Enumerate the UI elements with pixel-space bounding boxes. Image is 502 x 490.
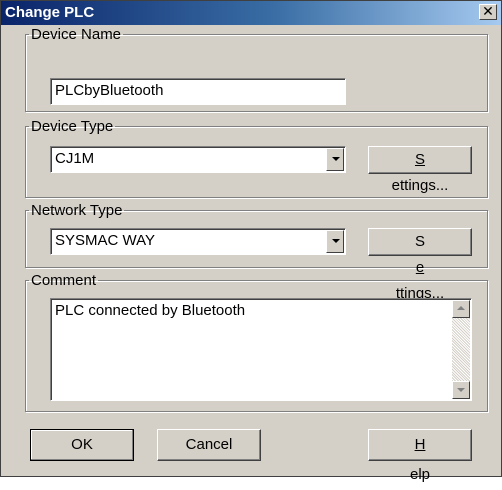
comment-textarea[interactable]: PLC connected by Bluetooth	[50, 298, 472, 401]
device-type-selected-value: CJ1M	[55, 150, 95, 167]
network-type-legend: Network Type	[31, 202, 123, 219]
comment-legend: Comment	[31, 272, 97, 289]
cancel-button-label: Cancel	[185, 436, 233, 453]
device-type-settings-label: Settings...	[391, 151, 449, 194]
scroll-down-icon[interactable]	[452, 381, 470, 399]
scroll-up-icon[interactable]	[452, 300, 470, 318]
chevron-down-icon[interactable]	[326, 230, 344, 253]
device-type-legend: Device Type	[31, 118, 114, 135]
ok-button-label: OK	[71, 436, 93, 453]
device-name-legend: Device Name	[31, 26, 122, 43]
device-name-input[interactable]: PLCbyBluetooth	[50, 78, 346, 105]
device-type-settings-button[interactable]: Settings...	[368, 146, 472, 194]
cancel-button[interactable]: Cancel	[157, 429, 261, 461]
network-type-select[interactable]: SYSMAC WAY	[50, 228, 346, 255]
help-button-label: Help	[409, 436, 431, 483]
comment-scrollbar[interactable]	[452, 300, 470, 399]
title-bar[interactable]: Change PLC ✕	[1, 1, 501, 25]
network-type-settings-button[interactable]: Se ttings...	[368, 228, 472, 302]
device-type-select[interactable]: CJ1M	[50, 146, 346, 173]
chevron-down-icon[interactable]	[326, 148, 344, 171]
ok-button[interactable]: OK	[30, 429, 134, 461]
close-button[interactable]: ✕	[479, 4, 497, 20]
scroll-track[interactable]	[452, 318, 470, 381]
close-icon: ✕	[482, 4, 494, 20]
help-button[interactable]: Help	[368, 429, 472, 483]
comment-text: PLC connected by Bluetooth	[55, 302, 246, 319]
change-plc-dialog: Change PLC ✕ Device Name PLCbyBluetooth …	[0, 0, 502, 483]
window-title: Change PLC	[5, 4, 95, 21]
network-type-selected-value: SYSMAC WAY	[55, 232, 156, 249]
